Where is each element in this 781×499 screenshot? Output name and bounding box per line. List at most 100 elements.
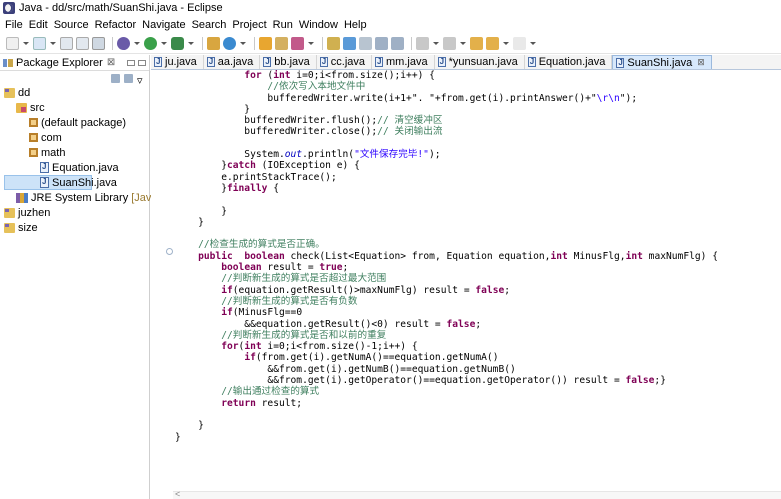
- tree-item-jre-library[interactable]: JRE System Library [JavaS: [4, 190, 165, 205]
- tree-item-size[interactable]: size: [4, 220, 149, 235]
- tab-ju-java[interactable]: ju.java: [151, 55, 204, 69]
- menu-file[interactable]: File: [4, 19, 28, 31]
- next-annotation-icon[interactable]: [416, 37, 429, 50]
- code-line: //判断新生成的算式是否超过最大范围: [175, 273, 718, 284]
- chevron-down-icon[interactable]: [22, 37, 29, 50]
- tree-item-src[interactable]: src: [4, 100, 149, 115]
- search-icon[interactable]: [291, 37, 304, 50]
- chevron-down-icon[interactable]: [307, 37, 314, 50]
- code-editor[interactable]: for (int i=0;i<from.size();i++) { //依次写入…: [151, 70, 781, 499]
- tree-item-label: com: [41, 131, 62, 144]
- view-menu-icon[interactable]: ▿: [137, 74, 145, 87]
- forward-icon[interactable]: [513, 37, 526, 50]
- package-icon: [29, 118, 38, 127]
- code-token: System.: [175, 149, 285, 161]
- close-icon[interactable]: ⊠: [697, 57, 705, 68]
- menu-search[interactable]: Search: [191, 19, 232, 31]
- tab-mm-java[interactable]: mm.java: [372, 55, 435, 69]
- chevron-down-icon[interactable]: [502, 37, 509, 50]
- fold-marker-icon[interactable]: [166, 248, 173, 255]
- package-explorer-tab[interactable]: Package Explorer ⊠: [0, 55, 149, 71]
- java-file-icon: [527, 57, 536, 67]
- previous-annotation-icon[interactable]: [443, 37, 456, 50]
- code-token: \r\n: [596, 92, 620, 104]
- chevron-down-icon[interactable]: [239, 37, 246, 50]
- tab-label: mm.java: [386, 56, 428, 68]
- chevron-down-icon[interactable]: [49, 37, 56, 50]
- menu-run[interactable]: Run: [272, 19, 298, 31]
- tab-bb-java[interactable]: bb.java: [260, 55, 317, 69]
- maximize-icon[interactable]: [138, 59, 146, 66]
- open-task-icon[interactable]: [275, 37, 288, 50]
- chevron-down-icon[interactable]: [459, 37, 466, 50]
- show-whitespace-icon[interactable]: [375, 37, 388, 50]
- tree-item-math[interactable]: math: [4, 145, 149, 160]
- code-token: result =: [261, 262, 320, 274]
- new-class-icon[interactable]: [223, 37, 236, 50]
- open-type-icon[interactable]: [259, 37, 272, 50]
- back-icon[interactable]: [486, 37, 499, 50]
- main-toolbar: [0, 34, 781, 54]
- external-tools-icon[interactable]: [171, 37, 184, 50]
- menu-help[interactable]: Help: [343, 19, 372, 31]
- tab-yunsuan-java[interactable]: *yunsuan.java: [435, 55, 525, 69]
- source-code[interactable]: for (int i=0;i<from.size();i++) { //依次写入…: [175, 70, 718, 443]
- tree-item-label: size: [18, 221, 38, 234]
- tab-equation-java[interactable]: Equation.java: [525, 55, 613, 69]
- menu-edit[interactable]: Edit: [28, 19, 53, 31]
- link-with-editor-icon[interactable]: [124, 73, 133, 83]
- chevron-down-icon[interactable]: [529, 37, 536, 50]
- code-token: (equation.getResult()>maxNumFlg) result …: [232, 284, 476, 296]
- code-token: ;: [504, 284, 511, 296]
- debug-icon[interactable]: [117, 37, 130, 50]
- toolbar-separator: [411, 37, 412, 50]
- menu-window[interactable]: Window: [298, 19, 343, 31]
- code-token: if: [221, 307, 233, 319]
- tree-item-label: (default package): [41, 116, 126, 129]
- chevron-down-icon[interactable]: [133, 37, 140, 50]
- menu-project[interactable]: Project: [231, 19, 271, 31]
- paragraph-icon[interactable]: [391, 37, 404, 50]
- eclipse-logo-icon: [3, 2, 15, 14]
- code-token: bufferedWriter.write(i+1+". "+from.get(i…: [175, 92, 597, 104]
- menu-source[interactable]: Source: [53, 19, 94, 31]
- new-window-icon[interactable]: [33, 37, 46, 50]
- tree-item-suanshi-java[interactable]: SuanShi.java: [4, 175, 117, 190]
- save-icon[interactable]: [60, 37, 73, 50]
- tree-item-juzhen[interactable]: juzhen: [4, 205, 149, 220]
- new-file-icon[interactable]: [6, 37, 19, 50]
- code-token: ;}: [654, 375, 666, 387]
- tree-item-default-package[interactable]: (default package): [4, 115, 149, 130]
- last-edit-icon[interactable]: [470, 37, 483, 50]
- tree-item-equation-java[interactable]: Equation.java: [4, 160, 149, 175]
- chevron-down-icon[interactable]: [432, 37, 439, 50]
- new-java-project-icon[interactable]: [207, 37, 220, 50]
- tree-item-com[interactable]: com: [4, 130, 149, 145]
- code-token: false: [446, 318, 476, 330]
- run-icon[interactable]: [144, 37, 157, 50]
- print-icon[interactable]: [92, 37, 105, 50]
- save-all-icon[interactable]: [76, 37, 89, 50]
- minimize-icon[interactable]: [127, 59, 135, 66]
- tab-cc-java[interactable]: cc.java: [317, 55, 373, 69]
- close-icon[interactable]: ⊠: [107, 57, 115, 68]
- collapse-all-icon[interactable]: [111, 73, 120, 83]
- code-token: &&from.get(i).getNumB()==equation.getNum…: [175, 363, 516, 375]
- tab-aa-java[interactable]: aa.java: [204, 55, 261, 69]
- horizontal-scrollbar[interactable]: [173, 489, 781, 499]
- menu-navigate[interactable]: Navigate: [141, 19, 190, 31]
- code-token: }: [175, 103, 251, 115]
- editor-tab-strip: ju.java aa.java bb.java cc.java mm.java …: [151, 55, 781, 70]
- annotation-icon[interactable]: [327, 37, 340, 50]
- tab-suanshi-java[interactable]: SuanShi.java ⊠: [612, 55, 712, 69]
- toggle-mark-icon[interactable]: [343, 37, 356, 50]
- chevron-down-icon[interactable]: [160, 37, 167, 50]
- toggle-block-icon[interactable]: [359, 37, 372, 50]
- chevron-down-icon[interactable]: [187, 37, 194, 50]
- code-token: (IOException e) {: [255, 160, 360, 172]
- menu-refactor[interactable]: Refactor: [94, 19, 142, 31]
- code-line: &&from.get(i).getOperator()==equation.ge…: [175, 375, 718, 386]
- tree-item-dd[interactable]: dd: [4, 85, 149, 100]
